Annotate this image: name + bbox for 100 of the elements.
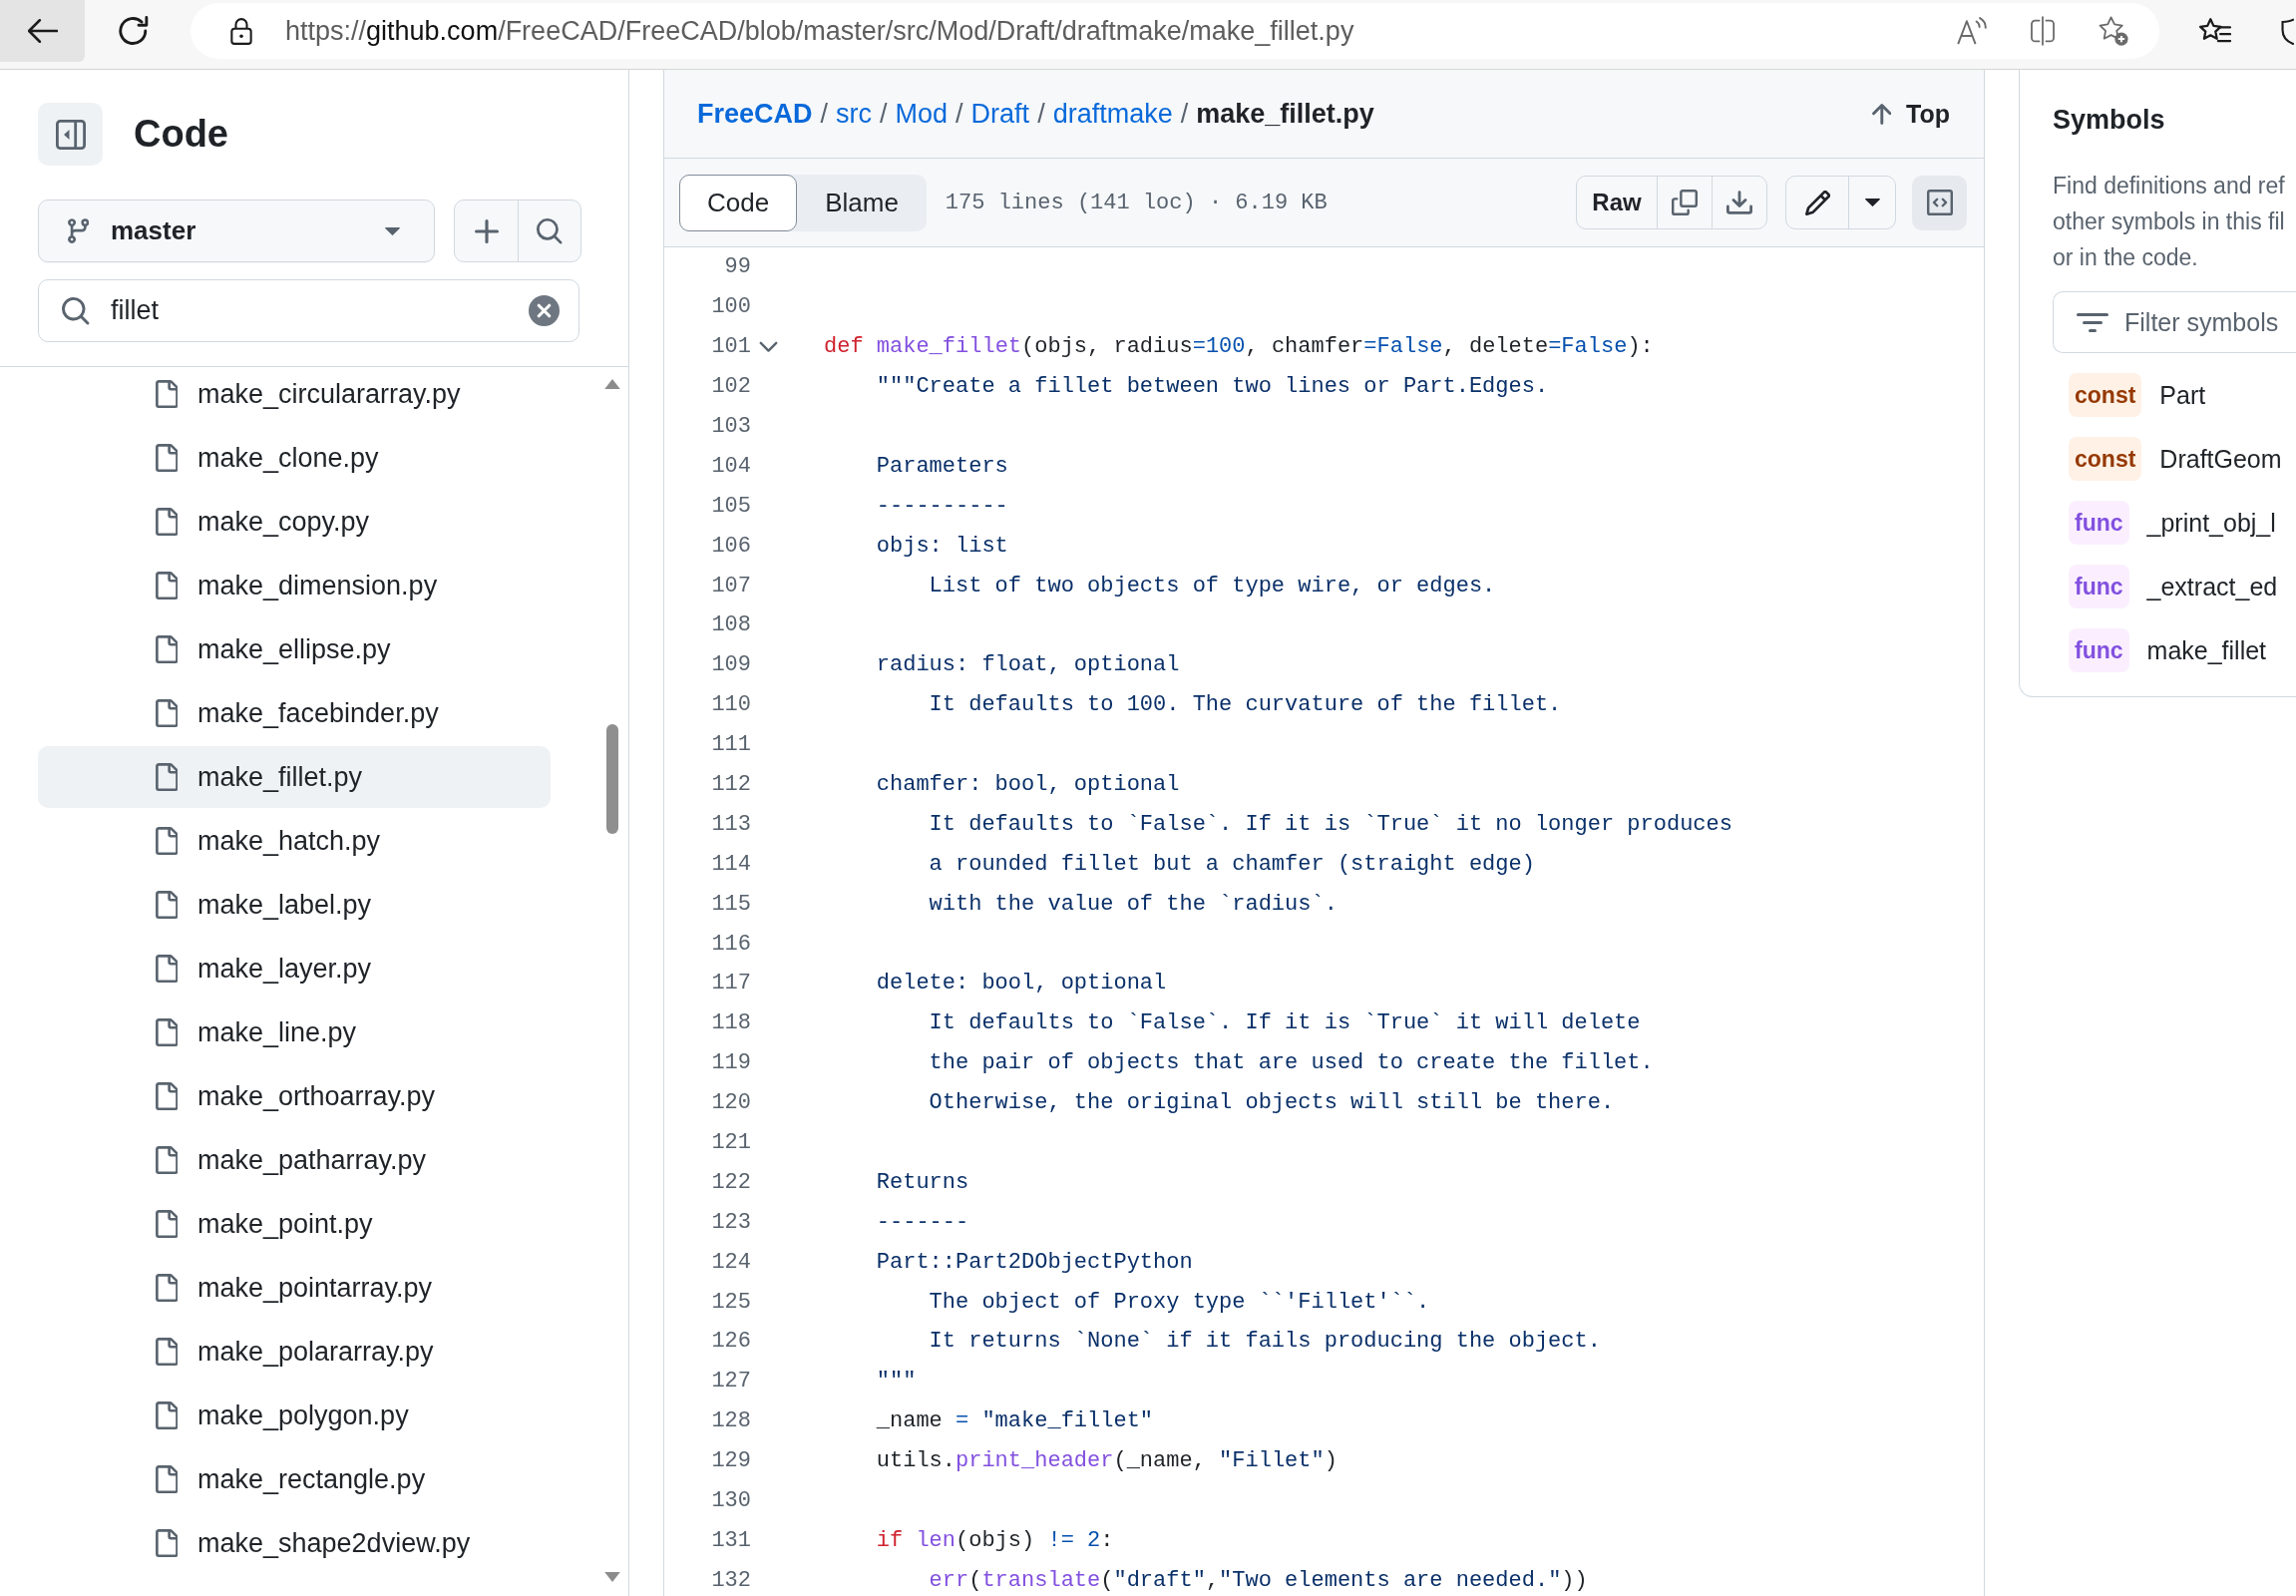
top-button[interactable]: Top bbox=[1872, 99, 1950, 129]
code-line: ------- bbox=[876, 1209, 969, 1235]
arrow-left-icon bbox=[27, 19, 58, 43]
line-number: 100 bbox=[710, 294, 751, 320]
code-line: err(translate("draft","Two elements are needed.")) bbox=[929, 1567, 1588, 1593]
shield-icon[interactable] bbox=[2281, 18, 2294, 45]
breadcrumb-link[interactable]: Draft bbox=[970, 98, 1030, 130]
file-icon bbox=[156, 1338, 178, 1366]
breadcrumb-link[interactable]: Mod bbox=[895, 98, 949, 130]
line-number: 101 bbox=[710, 334, 751, 360]
file-tree-item[interactable]: make_ellipse.py bbox=[38, 618, 551, 680]
file-tree-item[interactable]: make_rectangle.py bbox=[38, 1448, 551, 1510]
code-line: radius: float, optional bbox=[876, 652, 1180, 678]
line-number: 112 bbox=[710, 772, 751, 797]
filter-symbols-field[interactable]: Filter symbols bbox=[2053, 291, 2296, 353]
star-plus-icon bbox=[2099, 16, 2128, 46]
caret-down-icon bbox=[1864, 199, 1880, 206]
line-number: 122 bbox=[710, 1169, 751, 1195]
file-tree-item[interactable]: make_polygon.py bbox=[38, 1385, 551, 1446]
file-tree-item[interactable]: make_copy.py bbox=[38, 491, 551, 553]
chevron-down-icon[interactable] bbox=[759, 340, 778, 353]
file-tree-item[interactable]: make_fillet.py bbox=[38, 746, 551, 808]
code-line: chamfer: bool, optional bbox=[876, 772, 1180, 797]
file-tree-item[interactable]: make_pointarray.py bbox=[38, 1257, 551, 1319]
line-number: 121 bbox=[710, 1130, 751, 1156]
symbol-kind-badge: func bbox=[2069, 501, 2129, 545]
scroll-up-arrow-icon[interactable] bbox=[604, 379, 620, 389]
address-bar[interactable]: https://github.com/FreeCAD/FreeCAD/blob/master/src/Mod/Draft/draftmake/make_fillet.py bbox=[191, 3, 2159, 59]
symbol-link[interactable]: _extract_ed bbox=[2146, 572, 2278, 601]
breadcrumb-separator: / bbox=[1180, 98, 1189, 130]
symbols-panel-toggle[interactable] bbox=[1912, 175, 1967, 230]
file-tree-item[interactable]: make_patharray.py bbox=[38, 1129, 551, 1191]
view-tab[interactable]: Blame bbox=[797, 174, 927, 231]
scrollbar-thumb[interactable] bbox=[606, 724, 618, 834]
file-tree-item[interactable]: make_clone.py bbox=[38, 427, 551, 489]
code-line: a rounded fillet but a chamfer (straight edge) bbox=[929, 851, 1535, 877]
search-icon bbox=[537, 217, 563, 244]
split-screen-icon bbox=[2031, 16, 2055, 46]
file-tree-item[interactable]: make_polararray.py bbox=[38, 1321, 551, 1383]
code-line: It returns `None` if it fails producing the object. bbox=[929, 1329, 1601, 1355]
breadcrumb-link[interactable]: draftmake bbox=[1052, 98, 1173, 130]
code-line: It defaults to 100. The curvature of the fillet. bbox=[929, 692, 1562, 718]
file-name: make_fillet.py bbox=[1196, 98, 1374, 130]
breadcrumb-link[interactable]: FreeCAD bbox=[697, 98, 813, 130]
line-number: 128 bbox=[710, 1408, 751, 1434]
line-number: 129 bbox=[710, 1448, 751, 1474]
clear-icon[interactable] bbox=[529, 295, 560, 326]
symbol-link[interactable]: make_fillet bbox=[2146, 635, 2267, 665]
code-line: if len(objs) != 2: bbox=[876, 1527, 1114, 1553]
symbol-link[interactable]: DraftGeom bbox=[2159, 444, 2282, 474]
code-line: The object of Proxy type ``'Fillet'``. bbox=[929, 1289, 1430, 1315]
arrow-up-icon bbox=[1872, 103, 1892, 125]
read-aloud-icon bbox=[1957, 17, 1987, 45]
code-line: def make_fillet(objs, radius=100, chamfer=False, delete=False): bbox=[824, 334, 1654, 360]
sidebar-title: Code bbox=[134, 113, 228, 156]
file-tree-item[interactable]: make_orthoarray.py bbox=[38, 1065, 551, 1127]
file-icon bbox=[156, 955, 178, 983]
sidebar-icon bbox=[55, 119, 86, 150]
caret-down-icon bbox=[385, 226, 400, 235]
file-tree-item[interactable]: make_layer.py bbox=[38, 938, 551, 999]
file-icon bbox=[156, 827, 178, 855]
line-number: 118 bbox=[710, 1010, 751, 1036]
code-line: with the value of the `radius`. bbox=[929, 891, 1338, 917]
file-icon bbox=[156, 1018, 178, 1046]
line-number: 130 bbox=[710, 1488, 751, 1514]
file-icon bbox=[156, 444, 178, 472]
file-icon bbox=[156, 1274, 178, 1302]
line-number: 116 bbox=[710, 931, 751, 957]
line-number: 125 bbox=[710, 1289, 751, 1315]
file-icon bbox=[156, 508, 178, 536]
symbol-link[interactable]: _print_obj_l bbox=[2146, 508, 2276, 538]
line-number: 103 bbox=[710, 414, 751, 439]
file-tree-item[interactable]: make_label.py bbox=[38, 874, 551, 936]
copy-icon bbox=[1672, 190, 1698, 215]
file-tree-item[interactable]: make_line.py bbox=[38, 1001, 551, 1063]
breadcrumb-link[interactable]: src bbox=[836, 98, 873, 130]
line-number: 105 bbox=[710, 493, 751, 519]
file-tree-item[interactable]: make_facebinder.py bbox=[38, 682, 551, 744]
line-number: 126 bbox=[710, 1329, 751, 1355]
view-tab[interactable]: Code bbox=[679, 174, 798, 231]
breadcrumb-separator: / bbox=[1037, 98, 1045, 130]
branch-selector[interactable]: master bbox=[38, 200, 435, 262]
file-tree-item[interactable]: make_dimension.py bbox=[38, 555, 551, 616]
scroll-down-arrow-icon[interactable] bbox=[604, 1572, 620, 1582]
file-search-field[interactable]: fillet bbox=[38, 279, 579, 342]
line-number: 119 bbox=[710, 1050, 751, 1076]
code-line: ---------- bbox=[876, 493, 1008, 519]
file-tree-item[interactable]: make_point.py bbox=[38, 1193, 551, 1255]
file-tree-item[interactable]: make_circulararray.py bbox=[38, 367, 551, 425]
download-icon bbox=[1726, 191, 1752, 214]
line-number: 111 bbox=[710, 732, 751, 758]
file-tree-item[interactable]: make_shape2dview.py bbox=[38, 1512, 551, 1574]
symbol-kind-badge: const bbox=[2069, 437, 2142, 481]
file-tree-item[interactable]: make_hatch.py bbox=[38, 810, 551, 872]
refresh-icon bbox=[119, 16, 149, 46]
file-icon bbox=[156, 1401, 178, 1429]
collapse-sidebar-button[interactable] bbox=[38, 103, 103, 166]
line-number: 110 bbox=[710, 692, 751, 718]
back-button[interactable] bbox=[0, 0, 85, 62]
symbol-link[interactable]: Part bbox=[2159, 380, 2206, 410]
